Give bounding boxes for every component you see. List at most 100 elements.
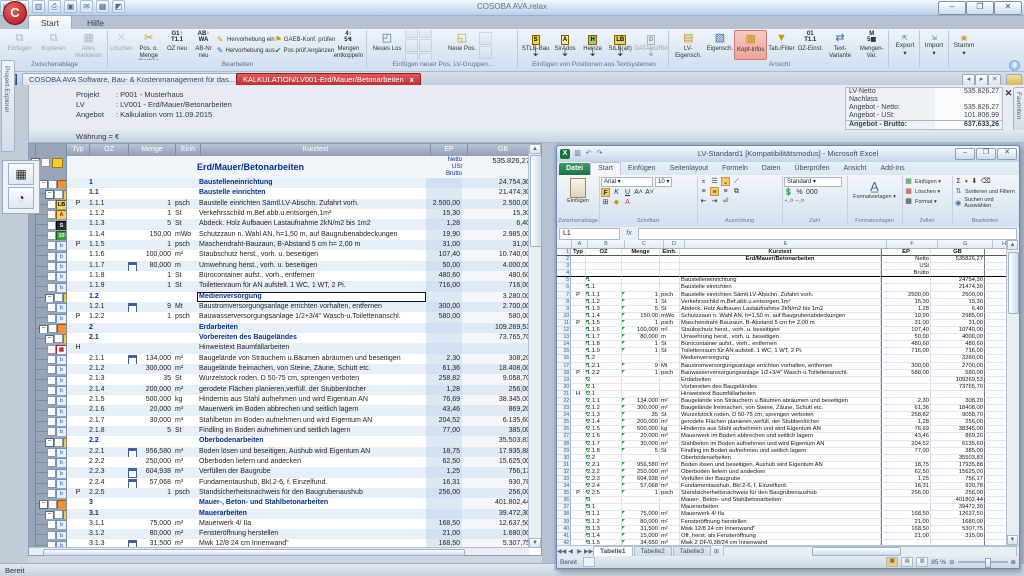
cell-B12[interactable]: 1.1.6 — [586, 327, 622, 334]
cell-E14[interactable]: Bürocontainer aufst., vorh., entfernen — [680, 341, 881, 348]
row-number[interactable]: 13 — [557, 334, 571, 341]
cell-D29[interactable]: St — [660, 448, 680, 455]
cell-E31[interactable]: Boden lösen und beseitigen, Aushub wird … — [680, 462, 881, 469]
cell-H8[interactable] — [985, 299, 1007, 306]
cell-G13[interactable]: 4000,00 — [931, 334, 985, 341]
excel-title-bar[interactable]: X ▥ ↶ ↷ LV-Standard1 [Kompatibilitätsmod… — [557, 146, 1019, 162]
table-row[interactable]: −3.1Mauerarbeiten39.472,30 — [29, 509, 529, 519]
table-row[interactable]: b2.2.457,068m³Fundamentaushub, Bkl.2-6, … — [29, 478, 529, 488]
cell-A35[interactable]: P — [571, 490, 586, 497]
table-row[interactable]: b3.1.175,000m²Mauerwerk 4/ IIa168,5012.6… — [29, 519, 529, 529]
cell-E1[interactable]: Kurztext — [680, 249, 881, 256]
orientation-icon[interactable]: ⟋ — [732, 177, 741, 186]
row-number[interactable]: 3 — [557, 263, 571, 270]
cell-F1[interactable]: EP — [881, 249, 931, 256]
cell-E39[interactable]: Fensteröffnung herstellen — [680, 519, 881, 526]
cell-A25[interactable] — [571, 419, 586, 426]
cell-F13[interactable]: 50,00 — [881, 334, 931, 341]
table-row[interactable]: −2Erdarbeiten109.269,53 — [29, 323, 529, 333]
cell-H13[interactable] — [985, 334, 1007, 341]
align-middle-icon[interactable]: ☰ — [710, 177, 719, 186]
row-number[interactable]: 34 — [557, 483, 571, 490]
cell-D9[interactable]: St — [660, 306, 680, 313]
lv-title-row[interactable]: − Erd/Mauer/Betonarbeiten NettoUStBrutto… — [29, 156, 529, 179]
cell-B26[interactable]: 2.1.5 — [586, 426, 622, 433]
row-checkbox[interactable] — [47, 479, 56, 488]
cell-B17[interactable]: 1.2.1 — [586, 363, 622, 370]
cell-A33[interactable] — [571, 476, 586, 483]
cell-A28[interactable] — [571, 441, 586, 448]
maximize-button[interactable]: ❐ — [966, 1, 994, 15]
cell-F31[interactable]: 18,75 — [881, 462, 931, 469]
excel-row[interactable]: 232.1.2300,000m²Baugelände freimachen, v… — [557, 405, 1019, 412]
row-checkbox[interactable] — [54, 293, 63, 302]
help-icon[interactable]: ? — [1009, 60, 1020, 71]
number-format-select[interactable]: Standard ▾ — [784, 177, 842, 187]
cell-E6[interactable]: Baustelle einrichten — [680, 284, 881, 291]
cell-B22[interactable]: 2.1.1 — [586, 398, 622, 405]
cell-D38[interactable]: m² — [660, 511, 680, 518]
cell-A40[interactable] — [571, 526, 586, 533]
cell-D27[interactable]: m³ — [660, 433, 680, 440]
cell-G14[interactable]: 480,60 — [931, 341, 985, 348]
excel-row[interactable]: 61.1Baustelle einrichten21474,30 — [557, 284, 1019, 291]
cell-E21[interactable]: Hinweistext Baumfällarbeiten — [680, 391, 881, 398]
merge-icon[interactable]: ⧉ — [732, 187, 741, 196]
zoom-slider-thumb[interactable] — [985, 558, 991, 568]
cell-E22[interactable]: Baugelände von Sträuchern u.Bäumen abräu… — [680, 398, 881, 405]
cell-F21[interactable] — [881, 391, 931, 398]
cell-H38[interactable] — [985, 511, 1007, 518]
cell-H3[interactable] — [985, 263, 1007, 270]
excel-minimize-button[interactable]: – — [955, 148, 975, 160]
export-button[interactable]: ⇱ Export▾ — [891, 30, 919, 60]
cell-H28[interactable] — [985, 441, 1007, 448]
align-top-icon[interactable]: ⌅ — [699, 177, 708, 186]
cell-G11[interactable]: 31,00 — [931, 320, 985, 327]
cell-G41[interactable]: 315,00 — [931, 533, 985, 540]
wrap-text-icon[interactable]: ⏎ — [721, 197, 730, 206]
excel-row[interactable]: 363Mauer-, Beton- und Stahlbetonarbeiten… — [557, 497, 1019, 504]
cell-G3[interactable] — [931, 263, 985, 270]
table-row[interactable]: b1.1.81StBürocontainer aufst., vorh., en… — [29, 271, 529, 281]
row-checkbox[interactable] — [47, 303, 56, 312]
cell-D28[interactable]: m³ — [660, 441, 680, 448]
cell-E32[interactable]: Oberboden liefern und andecken — [680, 469, 881, 476]
cell-B27[interactable]: 2.1.6 — [586, 433, 622, 440]
cell-A29[interactable] — [571, 448, 586, 455]
cell-C2[interactable] — [622, 256, 660, 263]
excel-row[interactable]: 121.1.6100,000m²Staubschutz herst., vorh… — [557, 327, 1019, 334]
excel-tab-start[interactable]: Start — [590, 162, 621, 175]
cell-E11[interactable]: Maschendraht-Bauzaun, B-Abstand 5 cm h= … — [680, 320, 881, 327]
row-number[interactable]: 24 — [557, 412, 571, 419]
cell-A16[interactable] — [571, 355, 586, 362]
table-row[interactable]: b2.2.3604,938m³Verfüllen der Baugrube1,2… — [29, 467, 529, 477]
cell-C24[interactable]: 35 — [622, 412, 660, 419]
row-number[interactable]: 29 — [557, 448, 571, 455]
cell-B16[interactable]: 1.2 — [586, 355, 622, 362]
cell-H7[interactable] — [985, 292, 1007, 299]
cell-H10[interactable] — [985, 313, 1007, 320]
cell-F23[interactable]: 61,36 — [881, 405, 931, 412]
excel-undo-icon[interactable]: ↶ — [584, 149, 593, 158]
paste-button[interactable]: ⧉ Einfügen — [2, 30, 37, 60]
table-row[interactable]: A1.1.21StVerkehrsschild m.Bef.abb.u.ents… — [29, 209, 529, 219]
excel-row[interactable]: 332.2.3604,938m³Verfüllen der Baugrube1,… — [557, 476, 1019, 483]
row-checkbox[interactable] — [47, 365, 56, 374]
cell-A13[interactable] — [571, 334, 586, 341]
excel-scroll-thumb[interactable] — [1008, 252, 1019, 314]
excel-tab-einfuegen[interactable]: Einfügen — [621, 163, 663, 175]
excel-row[interactable]: 3USt — [557, 263, 1019, 270]
lv-horizontal-scrollbar[interactable] — [29, 547, 529, 555]
excel-row[interactable]: 18P1.2.21pschBauwasserversorgungsanlage … — [557, 370, 1019, 377]
table-row[interactable]: b2.2.2250,000m³Oberboden liefern und and… — [29, 457, 529, 467]
cell-B7[interactable]: 1.1.1 — [586, 292, 622, 299]
cell-D19[interactable] — [660, 377, 680, 384]
cell-H31[interactable] — [985, 462, 1007, 469]
cell-G1[interactable]: GB — [931, 249, 985, 256]
cell-C12[interactable]: 100,000 — [622, 327, 660, 334]
cell-E27[interactable]: Mauerwerk im Boden abbrechen und seitlic… — [680, 433, 881, 440]
bold-button[interactable]: F — [601, 188, 610, 197]
cell-D36[interactable] — [660, 497, 680, 504]
cell-G20[interactable]: 73765,70 — [931, 384, 985, 391]
row-number[interactable]: 6 — [557, 284, 571, 291]
